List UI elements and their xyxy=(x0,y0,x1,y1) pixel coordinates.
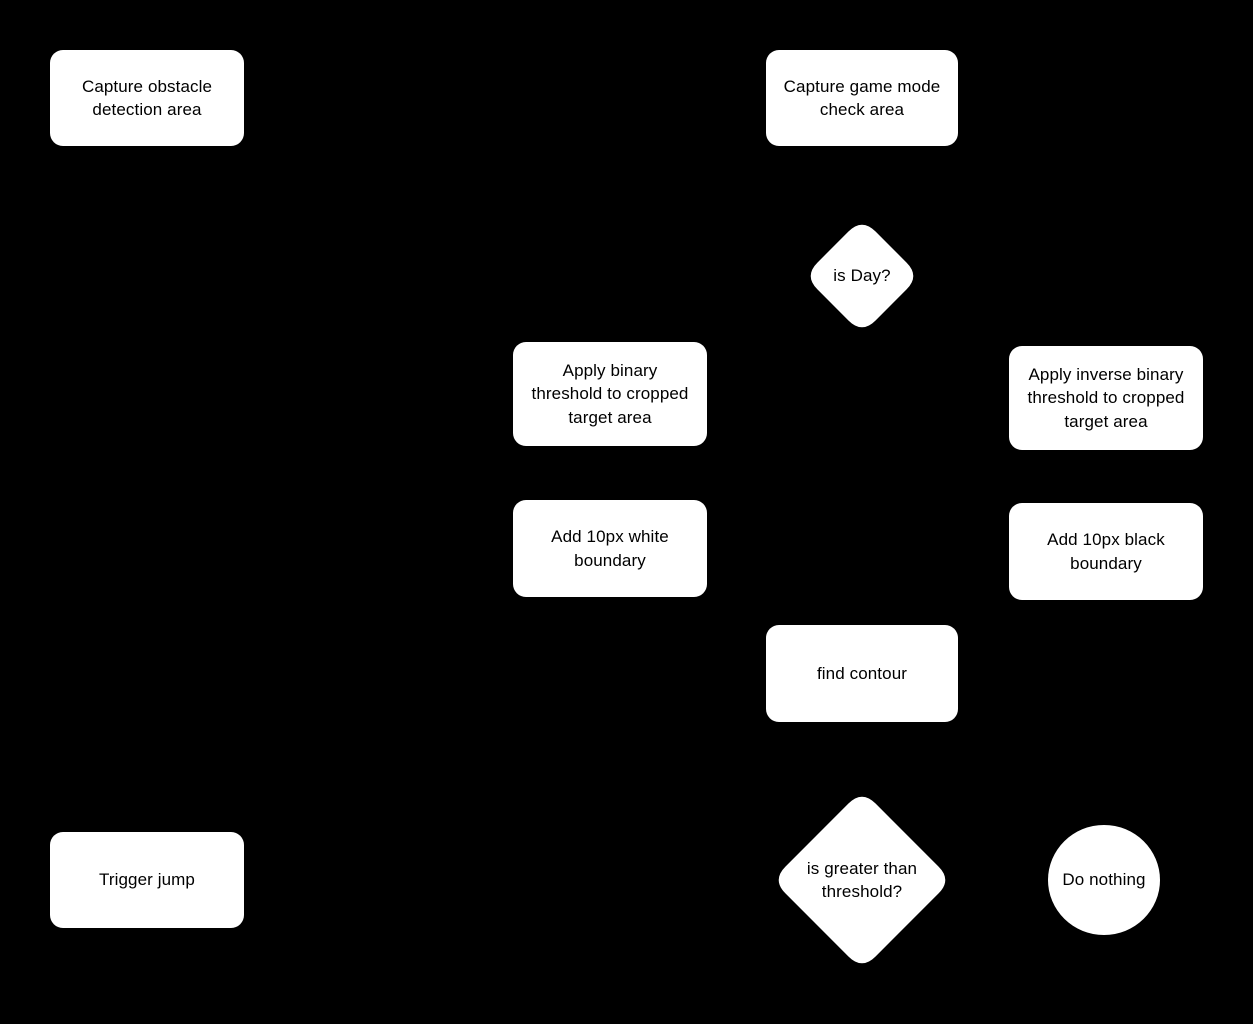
node-find-contour[interactable]: find contour xyxy=(766,625,958,722)
node-label-is-day: is Day? xyxy=(833,266,891,286)
node-add-black-boundary[interactable]: Add 10px black boundary xyxy=(1009,503,1203,600)
node-label-find-contour: find contour xyxy=(816,663,908,683)
node-is-greater-than-threshold[interactable]: is greater than threshold? xyxy=(772,790,952,970)
node-is-day[interactable]: is Day? xyxy=(804,218,920,334)
node-apply-binary-threshold[interactable]: Apply binary threshold to cropped target… xyxy=(513,342,707,446)
node-label-apply-inverse-binary-threshold: Apply inverse binary threshold to croppe… xyxy=(1027,364,1185,431)
node-label-capture-game-mode-check-area: Capture game mode check area xyxy=(783,76,941,119)
node-label-trigger-jump: Trigger jump xyxy=(99,870,195,890)
node-trigger-jump[interactable]: Trigger jump xyxy=(50,832,244,928)
node-label-add-black-boundary: Add 10px black boundary xyxy=(1047,530,1165,573)
node-capture-game-mode-check-area[interactable]: Capture game mode check area xyxy=(766,50,958,146)
node-label-add-white-boundary: Add 10px white boundary xyxy=(551,527,669,570)
node-apply-inverse-binary-threshold[interactable]: Apply inverse binary threshold to croppe… xyxy=(1009,346,1203,450)
node-add-white-boundary[interactable]: Add 10px white boundary xyxy=(513,500,707,597)
node-label-is-greater-than-threshold: is greater than threshold? xyxy=(806,858,918,901)
node-do-nothing[interactable]: Do nothing xyxy=(1048,825,1160,935)
flowchart-canvas: Capture obstacle detection area Capture g… xyxy=(0,0,1253,1024)
node-capture-obstacle-detection-area[interactable]: Capture obstacle detection area xyxy=(50,50,244,146)
node-label-apply-binary-threshold: Apply binary threshold to cropped target… xyxy=(531,360,689,427)
node-label-do-nothing: Do nothing xyxy=(1062,870,1146,890)
node-label-capture-obstacle-detection-area: Capture obstacle detection area xyxy=(81,76,213,119)
